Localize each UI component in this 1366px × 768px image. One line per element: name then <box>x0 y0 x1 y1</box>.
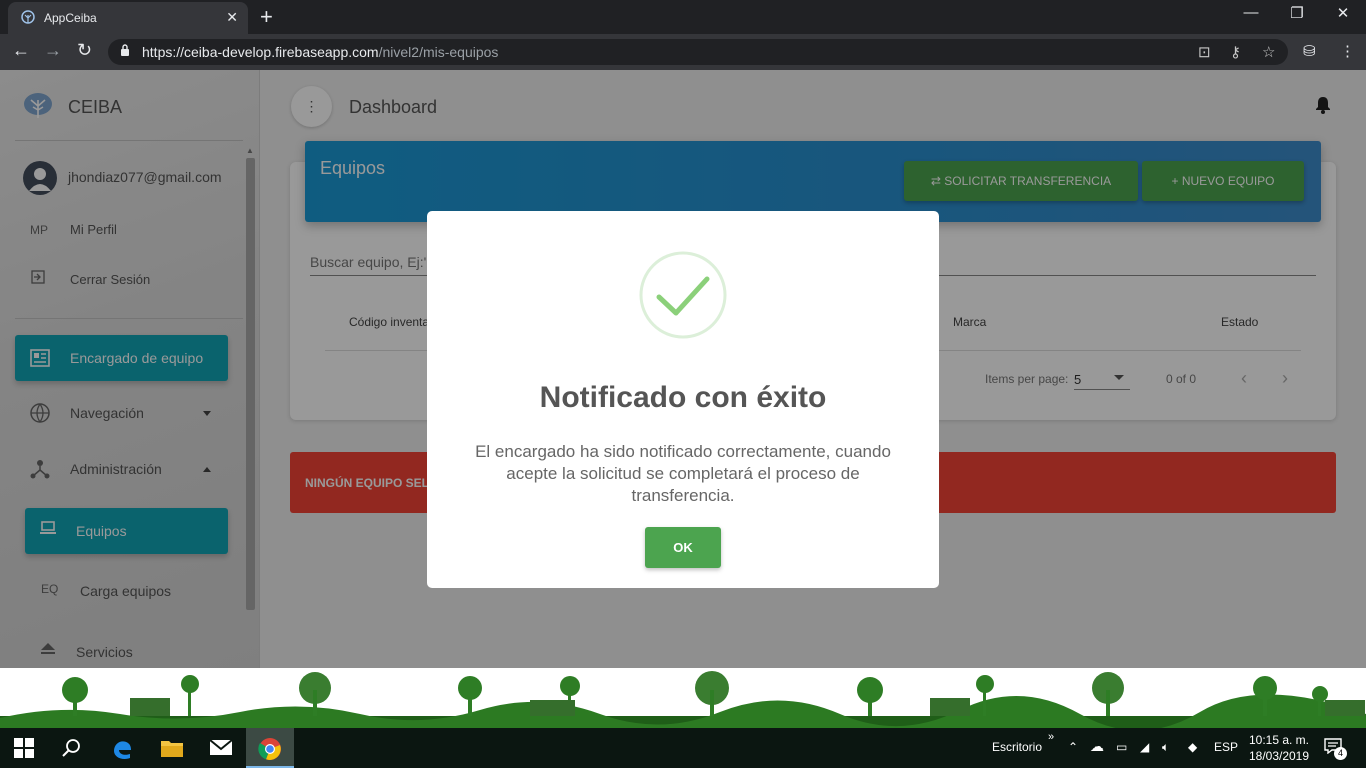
action-center-button[interactable]: 4 <box>1324 738 1347 760</box>
start-button[interactable] <box>0 728 48 768</box>
show-hidden-icons-icon[interactable]: ⌃ <box>1068 740 1078 754</box>
chrome-taskbar-button[interactable] <box>246 728 294 768</box>
lock-icon <box>121 44 129 56</box>
translate-icon[interactable]: ⊡ <box>1198 43 1211 61</box>
browser-toolbar: ← → ↻ https://ceiba-develop.firebaseapp.… <box>0 34 1366 70</box>
clock[interactable]: 10:15 a. m. 18/03/2019 <box>1244 732 1314 764</box>
key-icon[interactable]: ⚷ <box>1230 43 1241 61</box>
browser-tab-title: AppCeiba <box>44 11 97 25</box>
new-tab-icon[interactable]: + <box>260 4 273 30</box>
mail-icon <box>209 739 233 755</box>
url-text: https://ceiba-develop.firebaseapp.com/ni… <box>142 44 498 60</box>
notification-count-badge: 4 <box>1334 747 1347 760</box>
file-explorer-button[interactable] <box>148 728 196 768</box>
close-window-icon[interactable]: ✕ <box>1320 4 1366 22</box>
address-bar[interactable]: https://ceiba-develop.firebaseapp.com/ni… <box>108 39 1288 65</box>
close-tab-icon[interactable]: ✕ <box>226 9 238 26</box>
success-dialog: Notificado con éxito El encargado ha sid… <box>427 211 939 588</box>
menu-dots-icon[interactable]: ⋮ <box>1340 42 1355 60</box>
dropbox-icon[interactable]: ◆ <box>1188 740 1197 754</box>
restore-icon[interactable]: ❐ <box>1274 4 1320 22</box>
app-content: CEIBA jhondiaz077@gmail.com MP Mi Perfil… <box>0 70 1366 668</box>
desktop-toolbar-label[interactable]: Escritorio <box>992 740 1042 754</box>
onedrive-icon[interactable]: ☁ <box>1090 738 1104 755</box>
search-icon <box>62 739 80 757</box>
chrome-icon <box>258 738 281 760</box>
mail-button[interactable] <box>197 728 245 768</box>
incognito-icon[interactable]: ⛁ <box>1303 42 1316 60</box>
edge-icon <box>114 741 131 760</box>
volume-icon[interactable]: 🔈︎ <box>1162 740 1169 755</box>
url-path: /nivel2/mis-equipos <box>378 44 499 60</box>
browser-tab-bar: AppCeiba ✕ + — ❐ ✕ <box>0 0 1366 34</box>
wifi-icon[interactable]: ◢ <box>1140 740 1149 754</box>
clock-time: 10:15 a. m. <box>1248 733 1310 747</box>
clock-date: 18/03/2019 <box>1248 749 1310 763</box>
success-check-icon <box>639 251 727 339</box>
browser-tab[interactable]: AppCeiba ✕ <box>8 2 248 34</box>
ceiba-favicon-icon <box>21 10 35 24</box>
windows-taskbar: Escritorio » ⌃ ☁ ▭ ◢ 🔈︎ ◆ ESP 10:15 a. m… <box>0 728 1366 768</box>
dialog-title: Notificado con éxito <box>539 381 827 414</box>
folder-icon <box>161 741 183 757</box>
star-icon[interactable]: ☆ <box>1262 43 1275 61</box>
battery-icon[interactable]: ▭ <box>1116 740 1127 754</box>
reload-icon[interactable]: ↻ <box>77 40 92 61</box>
windows-logo-icon <box>14 738 34 758</box>
dialog-message: El encargado ha sido notificado correcta… <box>475 442 891 505</box>
forest-silhouette-image <box>0 671 1366 728</box>
toolbar-expand-icon[interactable]: » <box>1048 731 1054 743</box>
back-icon[interactable]: ← <box>12 40 30 61</box>
forward-icon[interactable]: → <box>44 40 62 61</box>
search-button[interactable] <box>48 728 96 768</box>
url-host: https://ceiba-develop.firebaseapp.com <box>142 44 379 60</box>
language-indicator[interactable]: ESP <box>1214 740 1238 754</box>
edge-taskbar-button[interactable] <box>98 728 146 768</box>
ok-button[interactable]: OK <box>645 527 721 568</box>
desktop-wallpaper <box>0 668 1366 728</box>
minimize-icon[interactable]: — <box>1228 4 1274 21</box>
